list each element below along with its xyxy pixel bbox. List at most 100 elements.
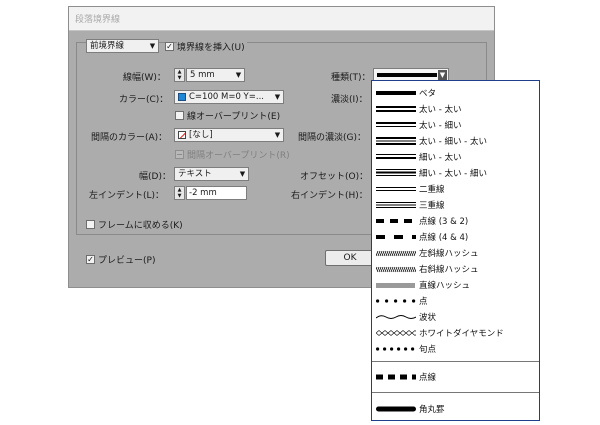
chevron-down-icon: ▼ bbox=[274, 131, 281, 139]
stroke-type-item[interactable]: 左斜線ハッシュ bbox=[372, 245, 539, 261]
stroke-type-item[interactable]: 直線ハッシュ bbox=[372, 277, 539, 293]
japanese-dots-icon bbox=[376, 347, 415, 351]
white-diamond-icon bbox=[376, 330, 416, 336]
stroke-type-item[interactable]: 句点 bbox=[372, 341, 539, 357]
stroke-type-item[interactable]: 点 bbox=[372, 293, 539, 309]
stroke-type-label: 右斜線ハッシュ bbox=[419, 265, 479, 275]
color-value: C=100 M=0 Y=... bbox=[189, 92, 264, 102]
stroke-type-item[interactable]: 細い - 太い - 細い bbox=[372, 165, 539, 181]
stroke-type-item[interactable]: 二重線 bbox=[372, 181, 539, 197]
keep-in-frame-label: フレームに収める(K) bbox=[98, 221, 183, 231]
stroke-type-label: 細い - 太い - 細い bbox=[419, 169, 487, 179]
right-slant-hash-icon bbox=[376, 266, 416, 273]
stroke-type-item[interactable]: 点線 (4 & 4) bbox=[372, 229, 539, 245]
stroke-type-item[interactable]: 波状 bbox=[372, 309, 539, 325]
weight-value: 5 mm bbox=[190, 70, 215, 80]
stroke-type-item[interactable]: ホワイトダイヤモンド bbox=[372, 325, 539, 341]
type-label: 種類(T)： bbox=[331, 73, 371, 83]
left-indent-stepper[interactable]: ▲ ▼ bbox=[174, 186, 185, 200]
weight-label: 線幅(W)： bbox=[123, 73, 166, 83]
gap-color-label: 間隔のカラー(A)： bbox=[91, 133, 168, 143]
thin-thick-thin-line-icon bbox=[376, 169, 416, 176]
overprint-stroke-label: 線オーバープリント(E) bbox=[187, 112, 281, 122]
gap-tint-label: 間隔の濃淡(G)： bbox=[298, 133, 366, 143]
left-indent-label: 左インデント(L)： bbox=[89, 191, 165, 201]
left-slant-hash-icon bbox=[376, 250, 416, 257]
chevron-down-icon: ▼ bbox=[274, 93, 281, 101]
thick-thin-thick-line-icon bbox=[376, 137, 416, 145]
dialog-title: 段落境界線 bbox=[75, 15, 121, 25]
thin-thick-line-icon bbox=[376, 154, 416, 159]
rounded-rule-icon bbox=[376, 406, 416, 412]
preview-checkbox[interactable]: ✓ bbox=[86, 255, 95, 264]
menu-separator bbox=[372, 361, 539, 362]
dotted-icon bbox=[376, 299, 416, 303]
dashed-custom-icon bbox=[376, 374, 416, 380]
stroke-type-label: 二重線 bbox=[419, 185, 445, 195]
stroke-type-label: ベタ bbox=[419, 89, 437, 99]
right-indent-label: 右インデント(H)： bbox=[291, 191, 368, 201]
chevron-down-icon: ▼ bbox=[149, 42, 156, 50]
stroke-type-label: 句点 bbox=[419, 345, 437, 355]
stroke-type-label: 点線 bbox=[419, 373, 437, 383]
stroke-type-label: 点線 (4 & 4) bbox=[419, 233, 469, 243]
offset-label: オフセット(O)： bbox=[300, 172, 369, 182]
triple-line-icon bbox=[376, 202, 416, 208]
color-swatch bbox=[178, 93, 186, 101]
stroke-type-label: 左斜線ハッシュ bbox=[419, 249, 479, 259]
solid-line-icon bbox=[377, 73, 437, 77]
gap-color-select[interactable]: [なし] ▼ bbox=[174, 128, 284, 142]
chevron-down-icon: ▼ bbox=[239, 170, 246, 178]
dashed-3-2-icon bbox=[376, 219, 412, 223]
stroke-type-item[interactable]: 太い - 細い bbox=[372, 117, 539, 133]
left-indent-input[interactable]: -2 mm bbox=[186, 186, 247, 200]
stroke-type-item[interactable]: 太い - 細い - 太い bbox=[372, 133, 539, 149]
straight-hash-icon bbox=[376, 283, 415, 288]
menu-separator bbox=[372, 392, 539, 393]
stroke-type-item[interactable]: 右斜線ハッシュ bbox=[372, 261, 539, 277]
gap-overprint-label: 間隔オーバープリント(R) bbox=[187, 151, 290, 161]
stroke-type-label: 太い - 細い - 太い bbox=[419, 137, 487, 147]
stroke-type-label: 太い - 太い bbox=[419, 105, 462, 115]
color-label: カラー(C)： bbox=[119, 95, 169, 105]
gap-overprint-checkbox[interactable]: − bbox=[175, 150, 184, 159]
chevron-down-icon: ▼ bbox=[235, 71, 242, 79]
stroke-type-label: 点 bbox=[419, 297, 428, 307]
stroke-type-item[interactable]: ベタ bbox=[372, 85, 539, 101]
stroke-type-item[interactable]: 三重線 bbox=[372, 197, 539, 213]
width-select[interactable]: テキスト ▼ bbox=[174, 167, 249, 181]
ok-button[interactable]: OK bbox=[325, 250, 375, 266]
stroke-type-item[interactable]: 太い - 太い bbox=[372, 101, 539, 117]
weight-select[interactable]: 5 mm ▼ bbox=[186, 68, 245, 82]
thick-thin-line-icon bbox=[376, 122, 416, 127]
none-swatch-icon bbox=[178, 131, 186, 139]
insert-rule-label: 境界線を挿入(U) bbox=[177, 40, 247, 53]
rule-position-select[interactable]: 前境界線 ▼ bbox=[86, 39, 159, 53]
insert-rule-checkbox[interactable]: ✓ bbox=[165, 42, 174, 51]
stroke-type-label: ホワイトダイヤモンド bbox=[419, 329, 504, 339]
weight-stepper[interactable]: ▲ ▼ bbox=[174, 68, 185, 82]
keep-in-frame-checkbox[interactable] bbox=[86, 220, 95, 229]
dashed-4-4-icon bbox=[376, 235, 416, 239]
stroke-type-label: 直線ハッシュ bbox=[419, 281, 471, 291]
stroke-type-label: 波状 bbox=[419, 313, 437, 323]
stroke-type-label: 点線 (3 & 2) bbox=[419, 217, 469, 227]
width-label: 幅(D)： bbox=[139, 172, 171, 182]
stroke-type-item[interactable]: 細い - 太い bbox=[372, 149, 539, 165]
rule-position-value: 前境界線 bbox=[90, 41, 125, 51]
double-line-icon bbox=[376, 187, 416, 191]
chevron-down-icon: ▼ bbox=[438, 70, 447, 80]
stroke-type-label: 角丸罫 bbox=[419, 405, 445, 415]
width-value: テキスト bbox=[178, 169, 212, 179]
stroke-type-label: 三重線 bbox=[419, 201, 445, 211]
tint-label: 濃淡(I)： bbox=[331, 95, 368, 105]
overprint-stroke-checkbox[interactable] bbox=[175, 111, 184, 120]
style-stroke-type-item[interactable]: 角丸罫 bbox=[372, 401, 539, 417]
stroke-type-label: 太い - 細い bbox=[419, 121, 462, 131]
preview-label: プレビュー(P) bbox=[98, 256, 156, 266]
custom-stroke-type-item[interactable]: 点線 bbox=[372, 369, 539, 385]
wavy-line-icon bbox=[376, 315, 416, 319]
solid-line-icon bbox=[376, 91, 416, 95]
color-select[interactable]: C=100 M=0 Y=... ▼ bbox=[174, 90, 284, 104]
stroke-type-item[interactable]: 点線 (3 & 2) bbox=[372, 213, 539, 229]
